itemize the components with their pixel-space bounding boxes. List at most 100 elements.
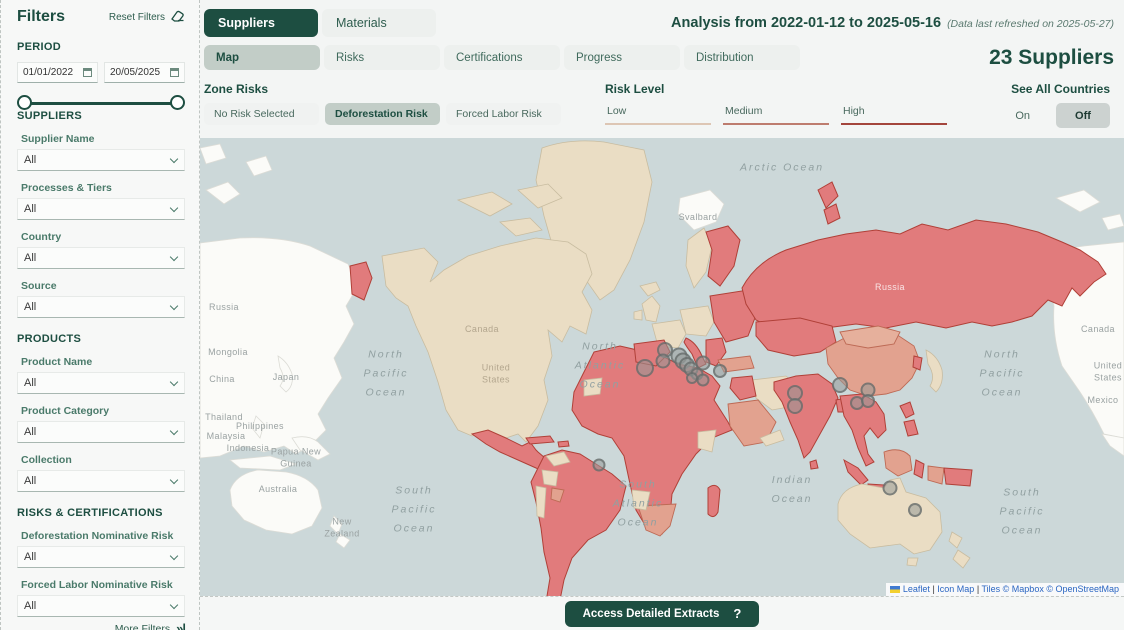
dropdown-deforestation-nominative-risk[interactable]: All (17, 546, 185, 568)
chevron-down-icon (170, 301, 178, 309)
reset-filters-button[interactable]: Reset Filters (109, 9, 185, 26)
dropdown-supplier-name[interactable]: All (17, 149, 185, 171)
attribution-link-tiles-mapbox-openstreetmap[interactable]: Tiles © Mapbox © OpenStreetMap (982, 584, 1120, 594)
map-attribution: Leaflet | Icon Map | Tiles © Mapbox © Op… (886, 583, 1124, 596)
filter-label-product-category: Product Category (21, 405, 185, 417)
risk-level-low[interactable]: Low (605, 103, 711, 125)
section-heading-risks-certifications: RISKS & CERTIFICATIONS (17, 507, 185, 519)
section-heading-products: PRODUCTS (17, 333, 185, 345)
supplier-marker[interactable] (696, 356, 711, 371)
extract-button-label: Access Detailed Extracts (583, 608, 720, 620)
dropdown-value: All (24, 154, 36, 166)
dropdown-value: All (24, 301, 36, 313)
filters-panel: Filters Reset Filters PERIOD 01/01/2022 … (0, 0, 200, 630)
dropdown-collection[interactable]: All (17, 470, 185, 492)
supplier-marker[interactable] (832, 377, 848, 393)
main-area: SuppliersMaterials Analysis from 2022-01… (200, 0, 1124, 630)
tab-risks[interactable]: Risks (324, 45, 440, 70)
refresh-note: (Data last refreshed on 2025-05-27) (947, 18, 1114, 30)
filters-title: Filters (17, 8, 65, 26)
see-all-countries-label: See All Countries (1011, 82, 1110, 96)
zone-risks-group: Zone Risks No Risk Selected Deforestation… (204, 82, 561, 125)
dropdown-product-name[interactable]: All (17, 372, 185, 394)
tab-map[interactable]: Map (204, 45, 320, 70)
supplier-marker[interactable] (787, 398, 803, 414)
filter-label-deforestation-nominative-risk: Deforestation Nominative Risk (21, 530, 185, 542)
access-detailed-extracts-button[interactable]: Access Detailed Extracts ? (565, 601, 760, 627)
see-all-countries-group: See All Countries On Off (1011, 82, 1110, 128)
filter-label-processes-tiers: Processes & Tiers (21, 182, 185, 194)
supplier-marker[interactable] (697, 374, 710, 387)
more-filters-label: More Filters (115, 623, 170, 630)
analysis-range-text: Analysis from 2022-01-12 to 2025-05-16 (671, 15, 941, 31)
help-question-icon[interactable]: ? (733, 606, 741, 621)
tab-materials[interactable]: Materials (322, 9, 436, 37)
dropdown-country[interactable]: All (17, 247, 185, 269)
zone-risks-label: Zone Risks (204, 82, 561, 96)
chevron-down-icon (170, 426, 178, 434)
zone-risk-no-risk-selected[interactable]: No Risk Selected (204, 103, 319, 125)
dropdown-value: All (24, 426, 36, 438)
chevron-down-icon (170, 551, 178, 559)
dropdown-value: All (24, 600, 36, 612)
filter-label-supplier-name: Supplier Name (21, 133, 185, 145)
filter-label-source: Source (21, 280, 185, 292)
more-filters-button[interactable]: »| (176, 621, 185, 630)
bottom-bar: Access Detailed Extracts ? (200, 596, 1124, 630)
attribution-link-leaflet[interactable]: Leaflet (903, 584, 930, 594)
dropdown-value: All (24, 377, 36, 389)
dropdown-value: All (24, 551, 36, 563)
tab-progress[interactable]: Progress (564, 45, 680, 70)
chevron-down-icon (170, 203, 178, 211)
tab-certifications[interactable]: Certifications (444, 45, 560, 70)
attribution-link-icon-map[interactable]: Icon Map (937, 584, 974, 594)
see-all-on-toggle[interactable]: On (1015, 110, 1030, 122)
see-all-off-toggle[interactable]: Off (1056, 103, 1110, 128)
world-map[interactable]: Arctic OceanNorth Atlantic OceanNorth Pa… (200, 138, 1124, 596)
chevron-down-icon (170, 475, 178, 483)
supplier-marker[interactable] (713, 364, 727, 378)
double-chevron-icon: »| (176, 621, 185, 630)
period-to-value: 20/05/2025 (110, 67, 160, 78)
risk-level-medium[interactable]: Medium (723, 103, 829, 125)
filter-label-product-name: Product Name (21, 356, 185, 368)
calendar-icon (83, 68, 92, 77)
supplier-marker[interactable] (908, 503, 922, 517)
reset-filters-label: Reset Filters (109, 12, 165, 23)
supplier-count: 23 Suppliers (989, 46, 1114, 70)
dropdown-value: All (24, 252, 36, 264)
chevron-down-icon (170, 154, 178, 162)
tab-distribution[interactable]: Distribution (684, 45, 800, 70)
risk-level-high[interactable]: High (841, 103, 947, 125)
supplier-marker[interactable] (883, 481, 898, 496)
filter-label-collection: Collection (21, 454, 185, 466)
tab-suppliers[interactable]: Suppliers (204, 9, 318, 37)
zone-risk-forced-labor-risk[interactable]: Forced Labor Risk (446, 103, 561, 125)
dropdown-value: All (24, 475, 36, 487)
supplier-marker[interactable] (861, 394, 875, 408)
dropdown-value: All (24, 203, 36, 215)
chevron-down-icon (170, 252, 178, 260)
slider-handle-start[interactable] (17, 95, 32, 110)
dropdown-product-category[interactable]: All (17, 421, 185, 443)
supplier-marker[interactable] (656, 354, 671, 369)
period-from-input[interactable]: 01/01/2022 (17, 62, 98, 83)
slider-track (25, 102, 177, 105)
dropdown-forced-labor-nominative-risk[interactable]: All (17, 595, 185, 617)
period-to-input[interactable]: 20/05/2025 (104, 62, 185, 83)
supplier-marker[interactable] (636, 359, 654, 377)
eraser-icon (169, 9, 185, 26)
filter-label-country: Country (21, 231, 185, 243)
dropdown-processes-tiers[interactable]: All (17, 198, 185, 220)
slider-handle-end[interactable] (170, 95, 185, 110)
period-heading: PERIOD (17, 41, 185, 53)
calendar-icon (170, 68, 179, 77)
dropdown-source[interactable]: All (17, 296, 185, 318)
zone-risk-deforestation-risk[interactable]: Deforestation Risk (325, 103, 440, 125)
supplier-marker[interactable] (593, 459, 606, 472)
supplier-marker[interactable] (686, 372, 698, 384)
filter-label-forced-labor-nominative-risk: Forced Labor Nominative Risk (21, 579, 185, 591)
risk-level-group: Risk Level LowMediumHigh (605, 82, 947, 125)
leaflet-flag-icon (890, 586, 900, 593)
chevron-down-icon (170, 377, 178, 385)
